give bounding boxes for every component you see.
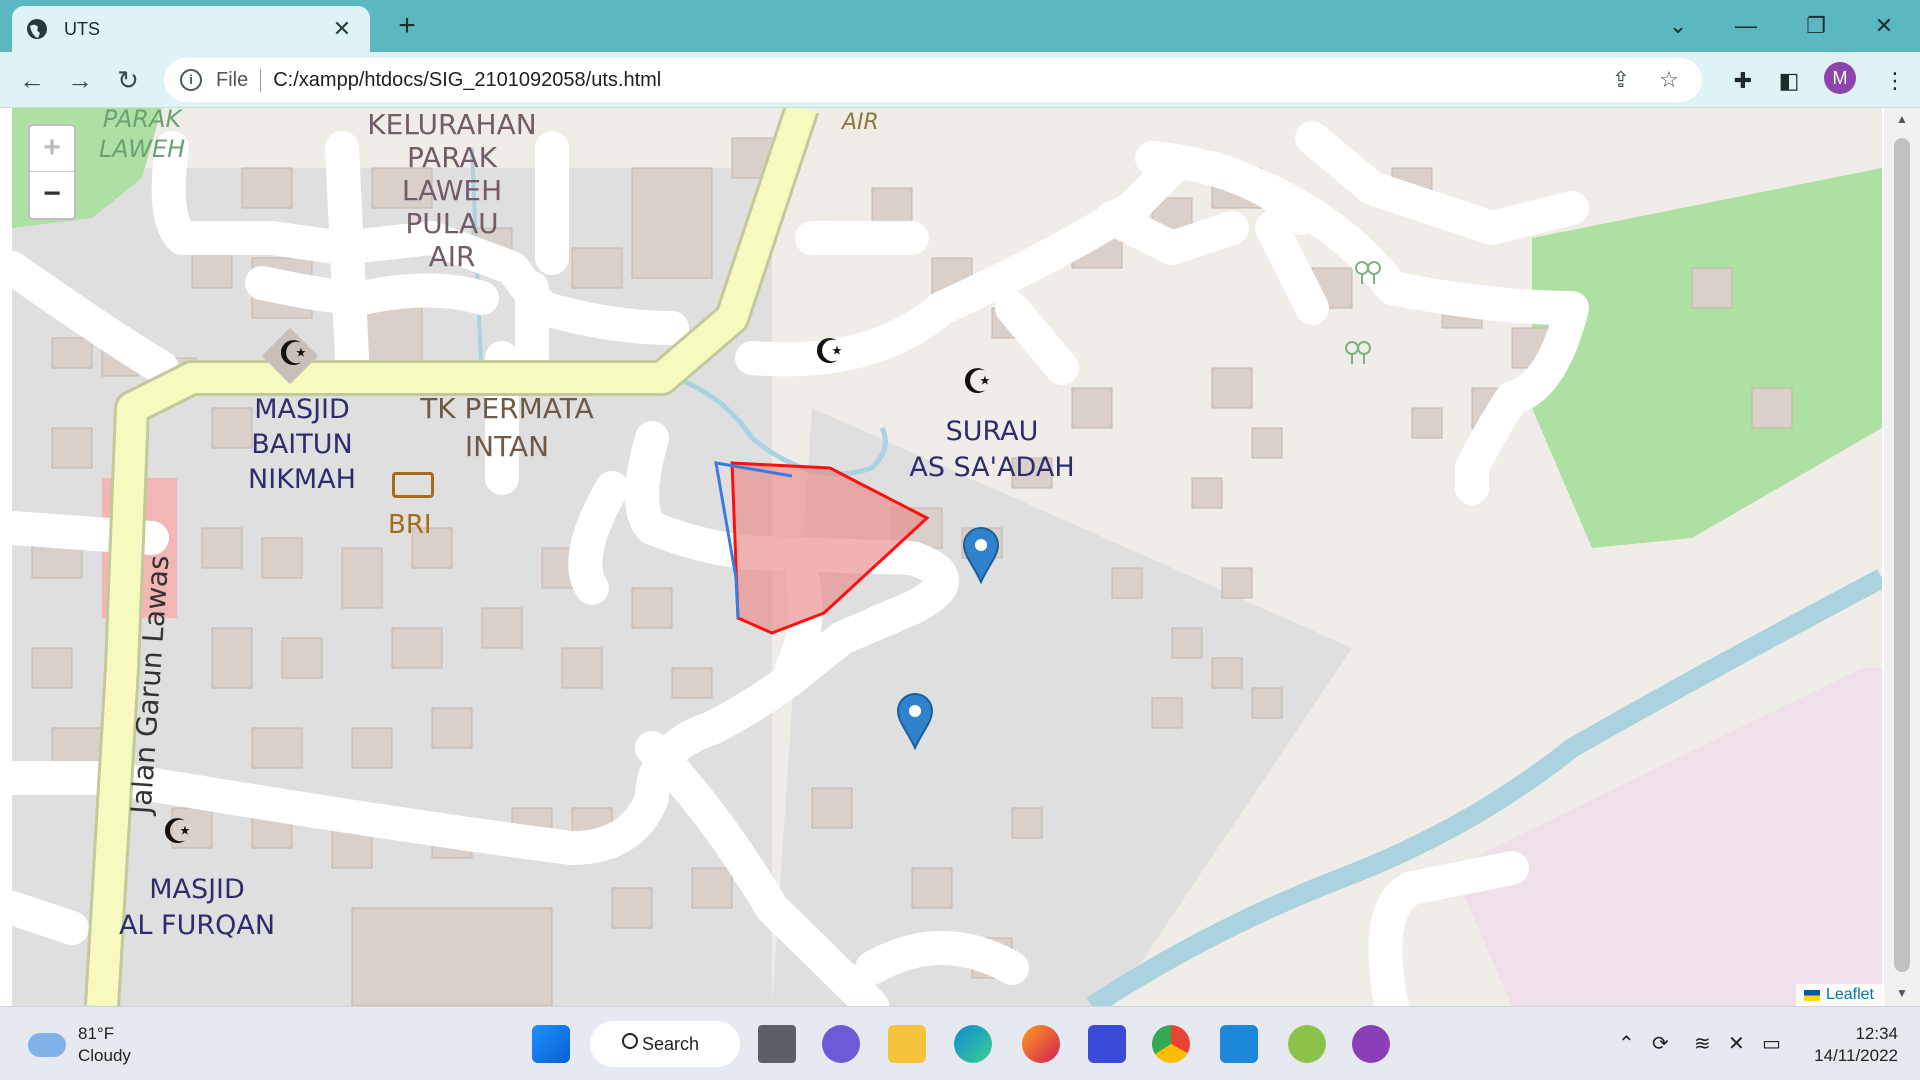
label-air: AIR — [842, 110, 879, 135]
browser-toolbar: ← → ↻ i File C:/xampp/htdocs/SIG_2101092… — [0, 52, 1920, 108]
scroll-down-arrow-icon[interactable]: ▼ — [1894, 986, 1910, 1002]
windows-taskbar: 81°F Cloudy Search ⌃ ⟳ ≋ ✕ ▭ 12:34 14/11… — [0, 1006, 1920, 1080]
zoom-out-button[interactable]: − — [30, 172, 74, 218]
wifi-icon[interactable]: ≋ — [1694, 1031, 1711, 1056]
page-scrollbar[interactable]: ▲ ▼ — [1884, 108, 1920, 1006]
battery-icon[interactable]: ▭ — [1762, 1031, 1781, 1056]
reload-button[interactable]: ↻ — [110, 62, 146, 98]
chevron-up-icon[interactable]: ⌃ — [1618, 1031, 1635, 1056]
forward-button[interactable]: → — [62, 62, 98, 98]
qgis-icon[interactable] — [1288, 1025, 1326, 1063]
address-url[interactable]: C:/xampp/htdocs/SIG_2101092058/uts.html — [273, 69, 1606, 92]
tab-close-icon[interactable]: ✕ — [328, 16, 356, 42]
close-window-button[interactable]: ✕ — [1856, 8, 1912, 44]
weather-widget[interactable]: 81°F Cloudy — [28, 1023, 131, 1067]
chat-icon[interactable] — [822, 1025, 860, 1063]
map-marker-icon[interactable] — [962, 526, 1000, 584]
attribution[interactable]: Leaflet — [1795, 984, 1882, 1006]
windows-start-icon[interactable] — [532, 1025, 570, 1063]
firefox-icon[interactable] — [1022, 1025, 1060, 1063]
map-marker-icon[interactable] — [896, 692, 934, 750]
crescent-icon: ☪ — [814, 333, 845, 371]
label-masjid-baitun: MASJID BAITUN NIKMAH — [248, 394, 356, 495]
attribution-link[interactable]: Leaflet — [1826, 986, 1874, 1004]
clock-date: 14/11/2022 — [1814, 1046, 1898, 1065]
chrome-icon[interactable] — [1152, 1025, 1190, 1063]
ukraine-flag-icon — [1803, 989, 1820, 1001]
weather-desc: Cloudy — [78, 1046, 131, 1065]
mute-speaker-icon[interactable]: ✕ — [1728, 1031, 1745, 1056]
weather-temp: 81°F — [78, 1024, 115, 1043]
label-surau: SURAU AS SA'ADAH — [909, 416, 1075, 483]
zoom-in-button[interactable]: + — [30, 126, 74, 172]
side-panel-icon[interactable]: ◧ — [1772, 64, 1806, 98]
restore-button[interactable]: ❐ — [1788, 8, 1844, 44]
tab-search-chevron-icon[interactable]: ⌄ — [1650, 8, 1706, 44]
profile-avatar[interactable]: M — [1824, 62, 1856, 94]
task-view-icon[interactable] — [758, 1025, 796, 1063]
bookmark-star-icon[interactable]: ☆ — [1654, 65, 1684, 95]
github-desktop-icon[interactable] — [1352, 1025, 1390, 1063]
clock-time: 12:34 — [1855, 1024, 1898, 1043]
label-parak-laweh: PARAK LAWEH — [98, 108, 186, 163]
page-viewport: KELURAHAN PARAK LAWEH PULAU AIR PARAK LA… — [0, 108, 1920, 1006]
cloud-icon — [28, 1033, 66, 1057]
app-icon[interactable] — [1088, 1025, 1126, 1063]
crescent-icon: ☪ — [962, 363, 993, 401]
zoom-control: + − — [28, 124, 76, 220]
label-kelurahan: KELURAHAN PARAK LAWEH PULAU AIR — [367, 108, 537, 273]
extensions-puzzle-icon[interactable]: ✚ — [1726, 64, 1760, 98]
leaflet-map[interactable]: KELURAHAN PARAK LAWEH PULAU AIR PARAK LA… — [12, 108, 1882, 1006]
back-button[interactable]: ← — [14, 62, 50, 98]
new-tab-button[interactable]: + — [390, 10, 424, 44]
clock[interactable]: 12:34 14/11/2022 — [1798, 1023, 1898, 1067]
crescent-icon: ☪ — [278, 335, 309, 373]
globe-icon — [27, 19, 47, 39]
share-icon[interactable]: ⇪ — [1606, 65, 1636, 95]
taskbar-search[interactable]: Search — [590, 1021, 740, 1067]
scrollbar-thumb[interactable] — [1894, 138, 1910, 972]
crescent-icon: ☪ — [162, 813, 193, 851]
tab-title: UTS — [64, 18, 100, 39]
browser-tab-strip: UTS ✕ + ⌄ — ❐ ✕ — [0, 0, 1920, 52]
address-scheme: File — [216, 68, 262, 92]
label-masjid-furqan: MASJID AL FURQAN — [118, 874, 276, 941]
vscode-icon[interactable] — [1220, 1025, 1258, 1063]
label-tk-permata: TK PERMATA INTAN — [420, 392, 594, 463]
bank-icon — [392, 472, 434, 498]
label-bri: BRI — [388, 510, 432, 540]
search-icon — [622, 1033, 638, 1049]
menu-kebab-icon[interactable]: ⋮ — [1878, 64, 1912, 98]
sync-icon[interactable]: ⟳ — [1652, 1031, 1669, 1056]
info-icon[interactable]: i — [180, 69, 202, 91]
browser-tab[interactable]: UTS ✕ — [12, 6, 370, 52]
minimize-button[interactable]: — — [1718, 8, 1774, 44]
address-bar[interactable]: i File C:/xampp/htdocs/SIG_2101092058/ut… — [164, 58, 1702, 102]
file-explorer-icon[interactable] — [888, 1025, 926, 1063]
map-tiles — [12, 108, 1882, 1006]
scroll-up-arrow-icon[interactable]: ▲ — [1894, 112, 1910, 128]
edge-icon[interactable] — [954, 1025, 992, 1063]
